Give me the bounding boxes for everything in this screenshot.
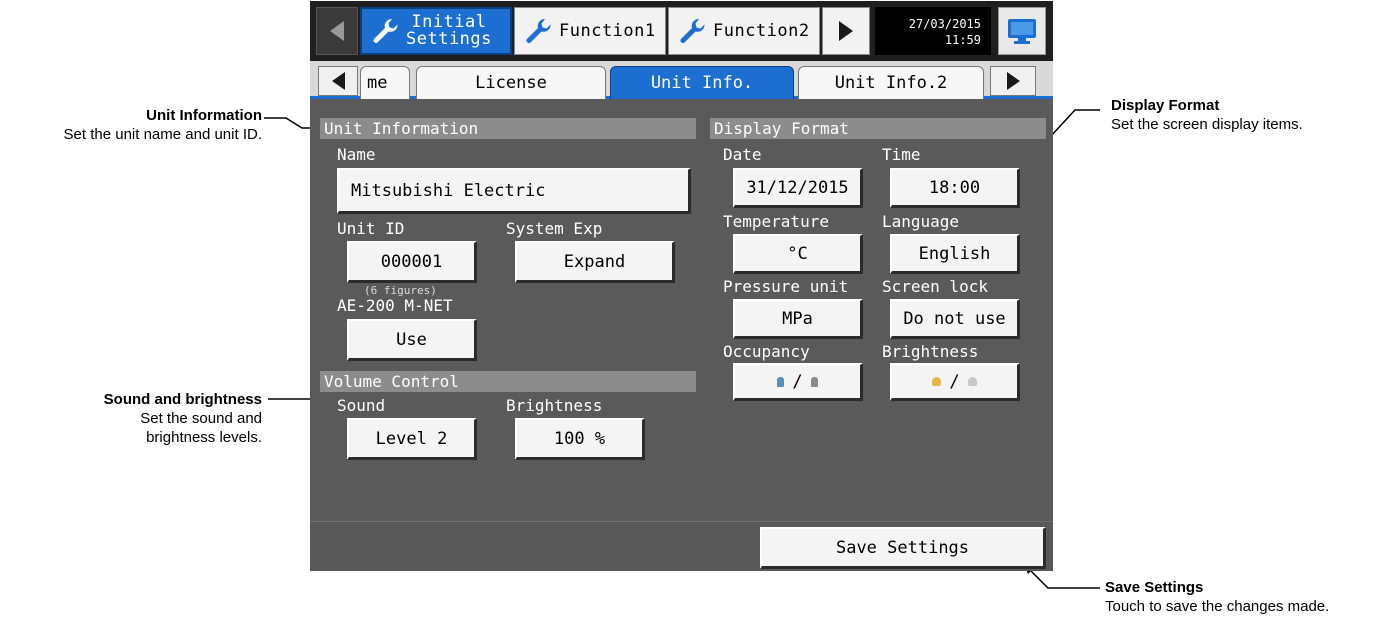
- annotation-unit-information: Unit Information Set the unit name and u…: [0, 106, 262, 144]
- tab-function2[interactable]: Function2: [668, 7, 820, 55]
- top-menu-bar: Initial Settings Function1 Function2 27/…: [310, 1, 1053, 61]
- pressure-unit-button[interactable]: MPa: [733, 299, 863, 339]
- brightness-separator: /: [949, 371, 960, 392]
- right-arrow-icon: [839, 21, 853, 41]
- date-format-value: 31/12/2015: [746, 177, 849, 198]
- annotation-title: Save Settings: [1105, 579, 1204, 596]
- screen-lock-value: Do not use: [903, 308, 1006, 329]
- annotation-description: Set the screen display items.: [1111, 116, 1303, 133]
- section-header-display-format: Display Format: [710, 118, 1046, 139]
- name-label: Name: [337, 145, 376, 164]
- wrench-icon: [526, 18, 551, 43]
- tab-label: Function1: [559, 21, 656, 41]
- unit-id-value: 000001: [380, 251, 443, 272]
- occupied-person-icon: [777, 376, 785, 387]
- tab-license[interactable]: License: [416, 66, 606, 99]
- bright-icon: [932, 377, 942, 386]
- current-time: 11:59: [944, 33, 981, 47]
- mnet-value: Use: [396, 329, 427, 350]
- annotation-description: Set the sound and brightness levels.: [140, 410, 262, 446]
- wrench-icon: [373, 18, 398, 43]
- pressure-unit-label: Pressure unit: [723, 277, 849, 296]
- brightness-label: Brightness: [506, 396, 603, 415]
- mnet-label: AE-200 M-NET: [337, 296, 453, 315]
- section-header-unit-information: Unit Information: [320, 118, 696, 139]
- occupancy-separator: /: [792, 371, 803, 392]
- annotation-description: Set the unit name and unit ID.: [63, 126, 262, 143]
- menu-prev-button[interactable]: [316, 7, 358, 55]
- dim-icon: [967, 377, 977, 386]
- annotation-title: Sound and brightness: [103, 391, 262, 408]
- annotation-save-settings: Save Settings Touch to save the changes …: [1105, 578, 1350, 616]
- date-label: Date: [723, 145, 762, 164]
- tab-label: Unit Info.2: [834, 73, 948, 93]
- annotation-display-format: Display Format Set the screen display it…: [1111, 96, 1383, 134]
- section-header-volume-control: Volume Control: [320, 371, 696, 392]
- save-settings-button[interactable]: Save Settings: [760, 527, 1046, 569]
- tab-unit-info[interactable]: Unit Info.: [610, 66, 794, 99]
- annotation-description: Touch to save the changes made.: [1105, 598, 1330, 615]
- wrench-icon: [680, 18, 705, 43]
- tab-label: me: [367, 73, 388, 93]
- system-exp-button[interactable]: Expand: [515, 241, 675, 283]
- annotation-sound-brightness: Sound and brightness Set the sound and b…: [0, 390, 262, 447]
- tab-label: License: [475, 73, 547, 93]
- vacant-person-icon: [810, 376, 818, 387]
- screen-lock-button[interactable]: Do not use: [890, 299, 1020, 339]
- tab-label: Unit Info.: [650, 73, 754, 93]
- time-format-button[interactable]: 18:00: [890, 168, 1020, 208]
- language-value: English: [918, 243, 991, 264]
- annotation-title: Unit Information: [146, 107, 262, 124]
- unit-id-field[interactable]: 000001: [347, 241, 477, 283]
- brightness-icon-button[interactable]: /: [890, 363, 1020, 401]
- unit-name-field[interactable]: Mitsubishi Electric: [337, 168, 691, 214]
- date-format-button[interactable]: 31/12/2015: [733, 168, 863, 208]
- display-brightness-label: Brightness: [882, 342, 979, 361]
- subtab-prev-button[interactable]: [318, 66, 358, 96]
- save-settings-label: Save Settings: [835, 537, 970, 558]
- sound-label: Sound: [337, 396, 386, 415]
- time-label: Time: [882, 145, 921, 164]
- system-exp-value: Expand: [563, 251, 626, 272]
- right-arrow-icon: [1006, 72, 1020, 90]
- tab-initial-settings[interactable]: Initial Settings: [360, 7, 512, 55]
- temperature-label: Temperature: [723, 212, 829, 231]
- temperature-unit-button[interactable]: °C: [733, 234, 863, 274]
- date-time-display: 27/03/2015 11:59: [875, 7, 991, 55]
- occupancy-label: Occupancy: [723, 342, 810, 361]
- tab-label-line2: Settings: [406, 29, 492, 49]
- tab-function1[interactable]: Function1: [514, 7, 666, 55]
- unit-id-label: Unit ID: [337, 219, 405, 238]
- unit-name-value: Mitsubishi Electric: [351, 180, 546, 201]
- subtab-next-button[interactable]: [990, 66, 1036, 96]
- monitor-button[interactable]: [998, 7, 1046, 55]
- tab-label: Function2: [713, 21, 810, 41]
- monitor-icon: [1008, 19, 1036, 44]
- language-label: Language: [882, 212, 960, 231]
- language-button[interactable]: English: [890, 234, 1020, 274]
- system-exp-label: System Exp: [506, 219, 603, 238]
- tab-name[interactable]: me: [360, 66, 410, 99]
- occupancy-icon-button[interactable]: /: [733, 363, 863, 401]
- tab-unit-info-2[interactable]: Unit Info.2: [798, 66, 984, 99]
- time-format-value: 18:00: [928, 177, 981, 198]
- temperature-unit-value: °C: [787, 243, 808, 264]
- pressure-unit-value: MPa: [782, 308, 813, 329]
- sound-level-button[interactable]: Level 2: [347, 418, 477, 460]
- menu-next-button[interactable]: [822, 7, 870, 55]
- brightness-level-value: 100 %: [553, 428, 606, 449]
- brightness-level-button[interactable]: 100 %: [515, 418, 645, 460]
- mnet-button[interactable]: Use: [347, 319, 477, 361]
- screen-lock-label: Screen lock: [882, 277, 988, 296]
- sound-level-value: Level 2: [375, 428, 448, 449]
- sub-tab-row: me License Unit Info. Unit Info.2: [310, 61, 1053, 99]
- device-screen: Initial Settings Function1 Function2 27/…: [310, 1, 1053, 571]
- current-date: 27/03/2015: [908, 17, 981, 31]
- left-arrow-icon: [330, 21, 344, 41]
- annotation-title: Display Format: [1111, 97, 1220, 114]
- left-arrow-icon: [331, 72, 345, 90]
